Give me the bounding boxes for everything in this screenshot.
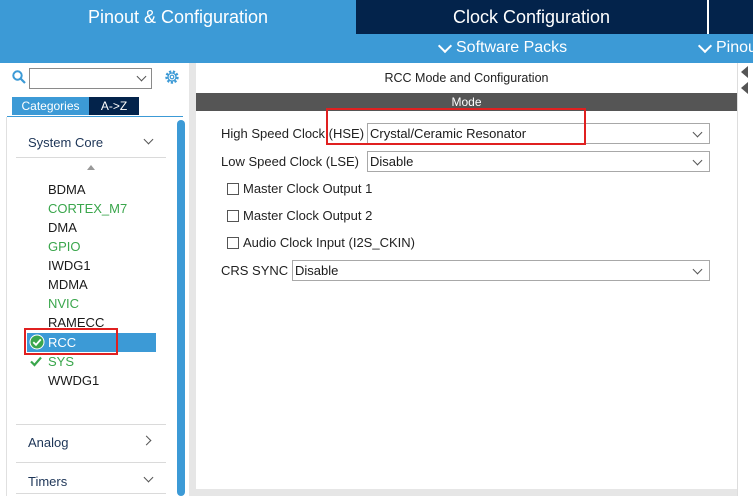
- collapse-icon[interactable]: [741, 82, 748, 94]
- panel-border: [189, 489, 753, 496]
- gear-icon[interactable]: [163, 68, 181, 86]
- collapse-icon[interactable]: [741, 66, 748, 78]
- list-item-bdma[interactable]: BDMA: [48, 180, 86, 199]
- chevron-down-icon: [437, 38, 453, 53]
- mco2-checkbox[interactable]: [227, 210, 239, 222]
- list-item-wwdg1[interactable]: WWDG1: [48, 371, 99, 390]
- side-panel-edge: [737, 63, 753, 496]
- list-item-gpio[interactable]: GPIO: [48, 237, 81, 256]
- mco2-label: Master Clock Output 2: [243, 208, 373, 223]
- highlight-hse: [326, 108, 586, 145]
- software-packs-label: Software Packs: [456, 39, 568, 56]
- crs-sync-select[interactable]: Disable: [292, 260, 710, 281]
- lse-select-value: Disable: [370, 154, 414, 169]
- check-icon: [30, 356, 42, 367]
- tab-pinout-configuration[interactable]: Pinout & Configuration: [0, 0, 356, 34]
- search-icon: [12, 70, 26, 84]
- audio-clock-checkbox[interactable]: [227, 237, 239, 249]
- group-analog[interactable]: Analog: [28, 435, 68, 450]
- audio-clock-label: Audio Clock Input (I2S_CKIN): [243, 235, 415, 250]
- divider: [16, 424, 166, 425]
- scrollbar-thumb[interactable]: [177, 120, 185, 496]
- divider: [16, 493, 166, 494]
- sort-up-icon[interactable]: [87, 165, 95, 170]
- chevron-down-icon[interactable]: [136, 71, 147, 82]
- list-item-mdma[interactable]: MDMA: [48, 275, 88, 294]
- sub-menu-bar: Software Packs Pinou: [0, 34, 753, 63]
- chevron-down-icon: [697, 38, 713, 53]
- a-z-button[interactable]: A->Z: [89, 97, 139, 115]
- categories-button[interactable]: Categories: [12, 97, 89, 115]
- pinout-menu[interactable]: Pinou: [697, 38, 753, 57]
- chevron-down-icon[interactable]: [692, 264, 703, 275]
- panel-border: [189, 63, 196, 496]
- mco1-checkbox[interactable]: [227, 183, 239, 195]
- search-input[interactable]: [29, 68, 152, 89]
- tab-overflow[interactable]: [707, 0, 753, 34]
- crs-sync-label: CRS SYNC: [221, 263, 289, 278]
- crs-sync-select-value: Disable: [295, 263, 339, 278]
- group-system-core[interactable]: System Core: [28, 135, 103, 150]
- list-item-dma[interactable]: DMA: [48, 218, 77, 237]
- group-timers[interactable]: Timers: [28, 474, 67, 489]
- list-item-cortex-m7[interactable]: CORTEX_M7: [48, 199, 127, 218]
- mco1-label: Master Clock Output 1: [243, 181, 373, 196]
- divider: [16, 157, 166, 158]
- software-packs-menu[interactable]: Software Packs: [437, 38, 568, 57]
- tab-clock-configuration[interactable]: Clock Configuration: [356, 0, 707, 34]
- pinout-menu-label: Pinou: [716, 39, 753, 56]
- page-title: RCC Mode and Configuration: [384, 71, 549, 85]
- chevron-down-icon[interactable]: [692, 155, 703, 166]
- divider: [16, 462, 166, 463]
- list-item-iwdg1[interactable]: IWDG1: [48, 256, 91, 275]
- lse-select[interactable]: Disable: [367, 151, 710, 172]
- list-item-nvic[interactable]: NVIC: [48, 294, 79, 313]
- highlight-rcc: [24, 328, 118, 355]
- chevron-down-icon[interactable]: [692, 127, 703, 138]
- lse-label: Low Speed Clock (LSE): [221, 154, 360, 169]
